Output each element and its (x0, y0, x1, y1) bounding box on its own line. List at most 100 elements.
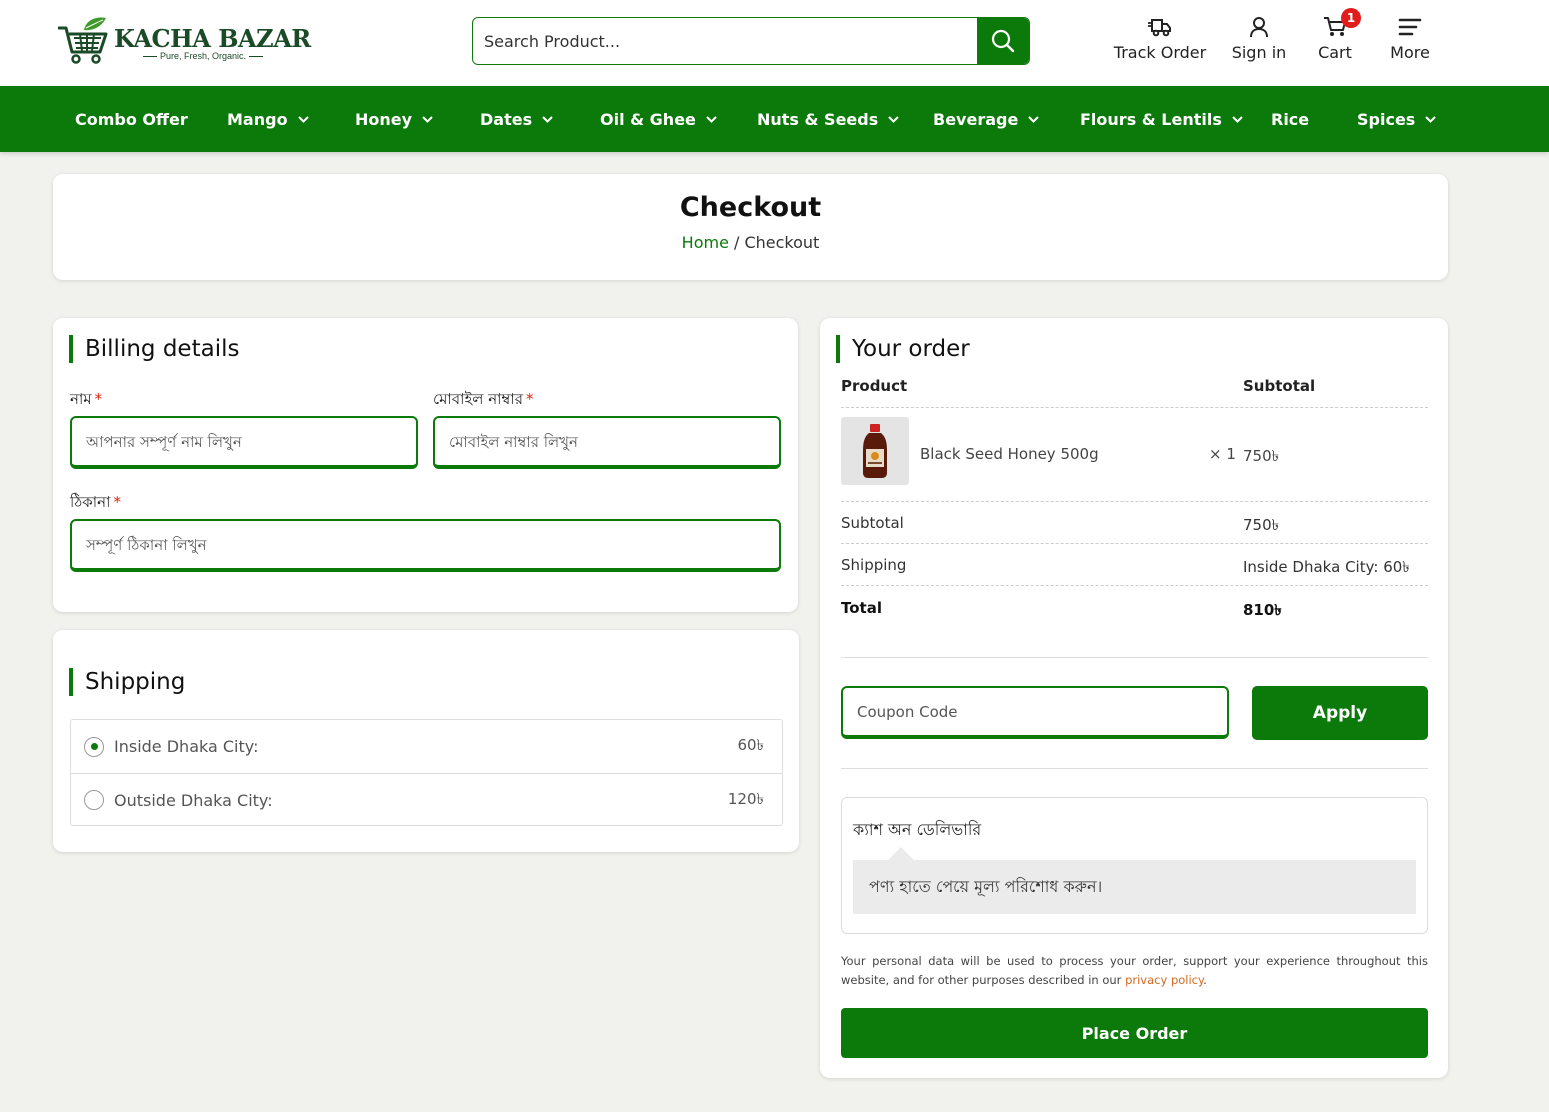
nav-item-nuts-seeds[interactable]: Nuts & Seeds (757, 86, 899, 152)
nav-item-combo-offer[interactable]: Combo Offer (75, 86, 188, 152)
shipping-option-inside-dhaka[interactable]: Inside Dhaka City: 60৳ (71, 720, 782, 773)
coupon-field (841, 686, 1229, 739)
menu-icon (1398, 18, 1422, 36)
nav-item-label: Beverage (933, 109, 1019, 129)
name-label: নাম * (70, 388, 102, 413)
col-subtotal-header: Subtotal (1243, 377, 1316, 395)
chevron-down-icon (1425, 115, 1437, 123)
mobile-field (433, 416, 781, 469)
coupon-input[interactable] (843, 688, 1227, 735)
sign-in-button[interactable]: Sign in (1228, 14, 1290, 70)
apply-coupon-button[interactable]: Apply (1252, 686, 1428, 740)
chevron-down-icon (706, 115, 717, 123)
track-order-button[interactable]: Track Order (1114, 14, 1206, 70)
chevron-down-icon (297, 115, 309, 123)
nav-item-honey[interactable]: Honey (355, 86, 433, 152)
required-mark: * (94, 390, 103, 408)
more-label: More (1390, 43, 1430, 62)
breadcrumb-current: Checkout (744, 233, 820, 252)
divider (841, 657, 1428, 658)
name-field (70, 416, 418, 469)
order-table-header: Product Subtotal (841, 377, 1428, 408)
site-header: KACHA BAZAR Pure, Fresh, Organic. Track … (0, 0, 1549, 86)
search-input[interactable] (473, 18, 978, 64)
search-icon (991, 29, 1015, 53)
nav-item-label: Dates (480, 109, 533, 129)
nav-item-mango[interactable]: Mango (227, 86, 309, 152)
mobile-label: মোবাইল নাম্বার * (433, 388, 533, 413)
nav-item-label: Combo Offer (75, 109, 188, 129)
payment-method-cod[interactable]: ক্যাশ অন ডেলিভারি (853, 817, 981, 844)
subtotal-value: 750৳ (1243, 516, 1280, 534)
shipping-heading: Shipping (69, 668, 185, 696)
sign-in-label: Sign in (1231, 43, 1287, 62)
search-bar (472, 17, 1030, 65)
nav-item-flours-lentils[interactable]: Flours & Lentils (1080, 86, 1243, 152)
divider (841, 768, 1428, 769)
brand-tagline: Pure, Fresh, Organic. (140, 51, 266, 61)
radio-selected[interactable] (84, 736, 104, 757)
product-name: Black Seed Honey 500g (920, 445, 1099, 463)
address-input[interactable] (72, 521, 779, 568)
nav-item-label: Spices (1357, 109, 1416, 129)
subtotal-label: Subtotal (841, 514, 904, 532)
nav-item-oil-ghee[interactable]: Oil & Ghee (600, 86, 717, 152)
brand-logo[interactable]: KACHA BAZAR Pure, Fresh, Organic. (56, 16, 311, 66)
nav-item-spices[interactable]: Spices (1357, 86, 1437, 152)
chevron-down-icon (1232, 115, 1243, 123)
shipping-option-price: 60৳ (737, 736, 764, 754)
name-label-text: নাম (70, 390, 92, 408)
shipping-option-price: 120৳ (727, 789, 764, 808)
shipping-option-label: Inside Dhaka City: (114, 737, 259, 756)
address-label: ঠিকানা * (70, 491, 121, 516)
truck-icon (1148, 19, 1171, 37)
chevron-down-icon (422, 115, 433, 123)
address-field (70, 519, 781, 572)
place-order-button[interactable]: Place Order (841, 1008, 1428, 1058)
nav-item-label: Nuts & Seeds (757, 109, 879, 129)
radio-unselected[interactable] (84, 790, 104, 810)
mobile-label-text: মোবাইল নাম্বার (433, 390, 523, 408)
subtotal-row: Subtotal 750৳ (841, 502, 1428, 544)
more-menu-button[interactable]: More (1384, 14, 1436, 70)
privacy-policy-link[interactable]: privacy policy (1125, 973, 1203, 987)
shipping-summary-value: Inside Dhaka City: 60৳ (1243, 558, 1410, 576)
nav-item-beverage[interactable]: Beverage (933, 86, 1040, 152)
chevron-down-icon (1028, 115, 1040, 123)
category-nav: Combo Offer Mango Honey Dates Oil & Ghee… (0, 86, 1549, 152)
breadcrumb-home-link[interactable]: Home (682, 233, 729, 252)
shipping-option-outside-dhaka[interactable]: Outside Dhaka City: 120৳ (71, 773, 782, 826)
mobile-input[interactable] (435, 418, 779, 465)
chevron-down-icon (542, 115, 553, 123)
shipping-card: Shipping Inside Dhaka City: 60৳ Outside … (53, 630, 799, 852)
brand-name: KACHA BAZAR (114, 24, 311, 53)
breadcrumb: Home / Checkout (53, 233, 1448, 252)
shipping-options: Inside Dhaka City: 60৳ Outside Dhaka Cit… (70, 719, 783, 826)
privacy-text-end: . (1203, 973, 1207, 987)
nav-item-dates[interactable]: Dates (480, 86, 553, 152)
total-value: 810৳ (1243, 601, 1282, 619)
search-button[interactable] (977, 18, 1029, 64)
honey-jar-icon (863, 424, 887, 478)
privacy-notice: Your personal data will be used to proce… (841, 952, 1428, 990)
total-label: Total (841, 599, 882, 617)
nav-item-label: Rice (1271, 109, 1310, 129)
address-label-text: ঠিকানা (70, 493, 111, 511)
basket-icon (58, 17, 108, 64)
cart-button[interactable]: 1 Cart (1310, 8, 1361, 70)
name-input[interactable] (72, 418, 416, 465)
product-quantity: × 1 (1209, 445, 1236, 463)
chevron-down-icon (888, 115, 899, 123)
payment-method-description: পণ্য হাতে পেয়ে মূল্য পরিশোধ করুন। (853, 860, 1416, 914)
nav-item-label: Oil & Ghee (600, 109, 696, 129)
order-item-row: Black Seed Honey 500g × 1 750৳ (841, 408, 1428, 502)
shipping-option-label: Outside Dhaka City: (114, 790, 273, 810)
required-mark: * (525, 390, 534, 408)
page-title: Checkout (679, 192, 822, 223)
required-mark: * (113, 493, 121, 511)
shipping-row: Shipping Inside Dhaka City: 60৳ (841, 544, 1428, 586)
your-order-card: Your order Product Subtotal Black Seed H… (820, 318, 1448, 1078)
nav-item-rice[interactable]: Rice (1271, 86, 1309, 152)
total-row: Total 810৳ (841, 587, 1428, 629)
cart-count-badge: 1 (1341, 8, 1361, 28)
